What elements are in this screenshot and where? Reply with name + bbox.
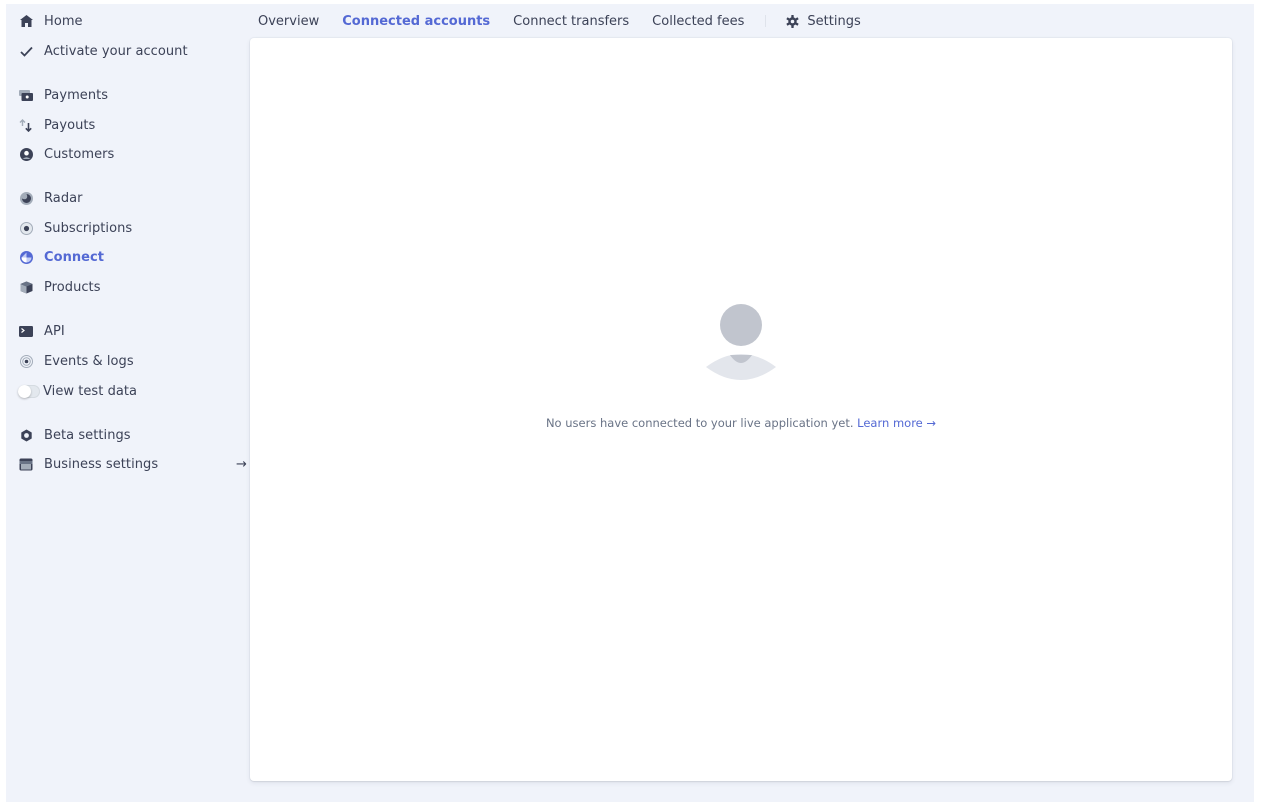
sidebar-item-subscriptions[interactable]: Subscriptions (19, 217, 132, 239)
connected-accounts-card: No users have connected to your live app… (250, 38, 1232, 781)
sidebar-item-label: View test data (43, 383, 138, 399)
terminal-icon (19, 324, 33, 338)
sidebar-item-products[interactable]: Products (19, 276, 101, 298)
test-data-toggle[interactable] (18, 384, 40, 398)
sidebar-item-label: Home (44, 13, 83, 29)
sidebar-item-customers[interactable]: Customers (19, 143, 114, 165)
home-icon (19, 14, 33, 28)
learn-more-link[interactable]: Learn more → (857, 416, 936, 430)
sidebar-item-label: API (44, 323, 65, 339)
sidebar-item-label: Radar (44, 190, 83, 206)
checkmark-icon (19, 44, 33, 58)
toggle-knob (18, 384, 31, 398)
tab-settings[interactable]: Settings (786, 13, 861, 29)
sidebar-item-label: Payments (44, 87, 109, 103)
sidebar-item-activate-account[interactable]: Activate your account (19, 40, 188, 62)
sidebar-item-label: Events & logs (44, 353, 134, 369)
sidebar-item-label: Connect (44, 249, 105, 265)
sidebar-item-home[interactable]: Home (19, 10, 83, 32)
sidebar-item-beta-settings[interactable]: Beta settings (19, 424, 131, 446)
sidebar-item-connect[interactable]: Connect (19, 246, 104, 268)
sidebar-item-business-settings[interactable]: Business settings → (19, 453, 247, 475)
connect-globe-icon (19, 250, 33, 264)
radar-icon (19, 191, 33, 205)
sidebar-item-view-test-data[interactable]: View test data (18, 380, 138, 402)
sidebar-item-label: Products (44, 279, 101, 295)
payments-icon (19, 88, 33, 102)
tab-settings-label: Settings (807, 13, 861, 29)
beta-gear-icon (19, 428, 33, 442)
tab-connected-accounts[interactable]: Connected accounts (342, 14, 490, 29)
sidebar-item-label: Business settings (44, 456, 159, 472)
products-box-icon (19, 280, 33, 294)
payouts-arrows-icon (19, 118, 33, 132)
sidebar-item-label: Subscriptions (44, 220, 133, 236)
events-radio-icon (19, 354, 33, 368)
tab-connect-transfers[interactable]: Connect transfers (513, 14, 629, 29)
tab-collected-fees[interactable]: Collected fees (652, 14, 744, 29)
sidebar-item-radar[interactable]: Radar (19, 187, 83, 209)
connect-tabs: Overview Connected accounts Connect tran… (258, 10, 884, 32)
tab-divider (765, 15, 767, 27)
user-placeholder-icon (704, 303, 778, 385)
sidebar-item-label: Customers (44, 146, 115, 162)
subscriptions-icon (19, 221, 33, 235)
sidebar-item-label: Beta settings (44, 427, 131, 443)
sidebar-item-payments[interactable]: Payments (19, 84, 108, 106)
sidebar-item-payouts[interactable]: Payouts (19, 114, 95, 136)
sidebar-item-label: Activate your account (44, 43, 188, 59)
empty-state-message: No users have connected to your live app… (250, 416, 1232, 430)
gear-icon (786, 14, 799, 28)
empty-state-text: No users have connected to your live app… (545, 416, 854, 430)
sidebar-item-api[interactable]: API (19, 320, 65, 342)
tab-overview[interactable]: Overview (258, 14, 319, 29)
sidebar-item-events-logs[interactable]: Events & logs (19, 350, 134, 372)
customer-icon (19, 147, 33, 161)
store-icon (19, 457, 33, 471)
sidebar-item-label: Payouts (44, 117, 96, 133)
arrow-right-icon: → (236, 456, 247, 472)
